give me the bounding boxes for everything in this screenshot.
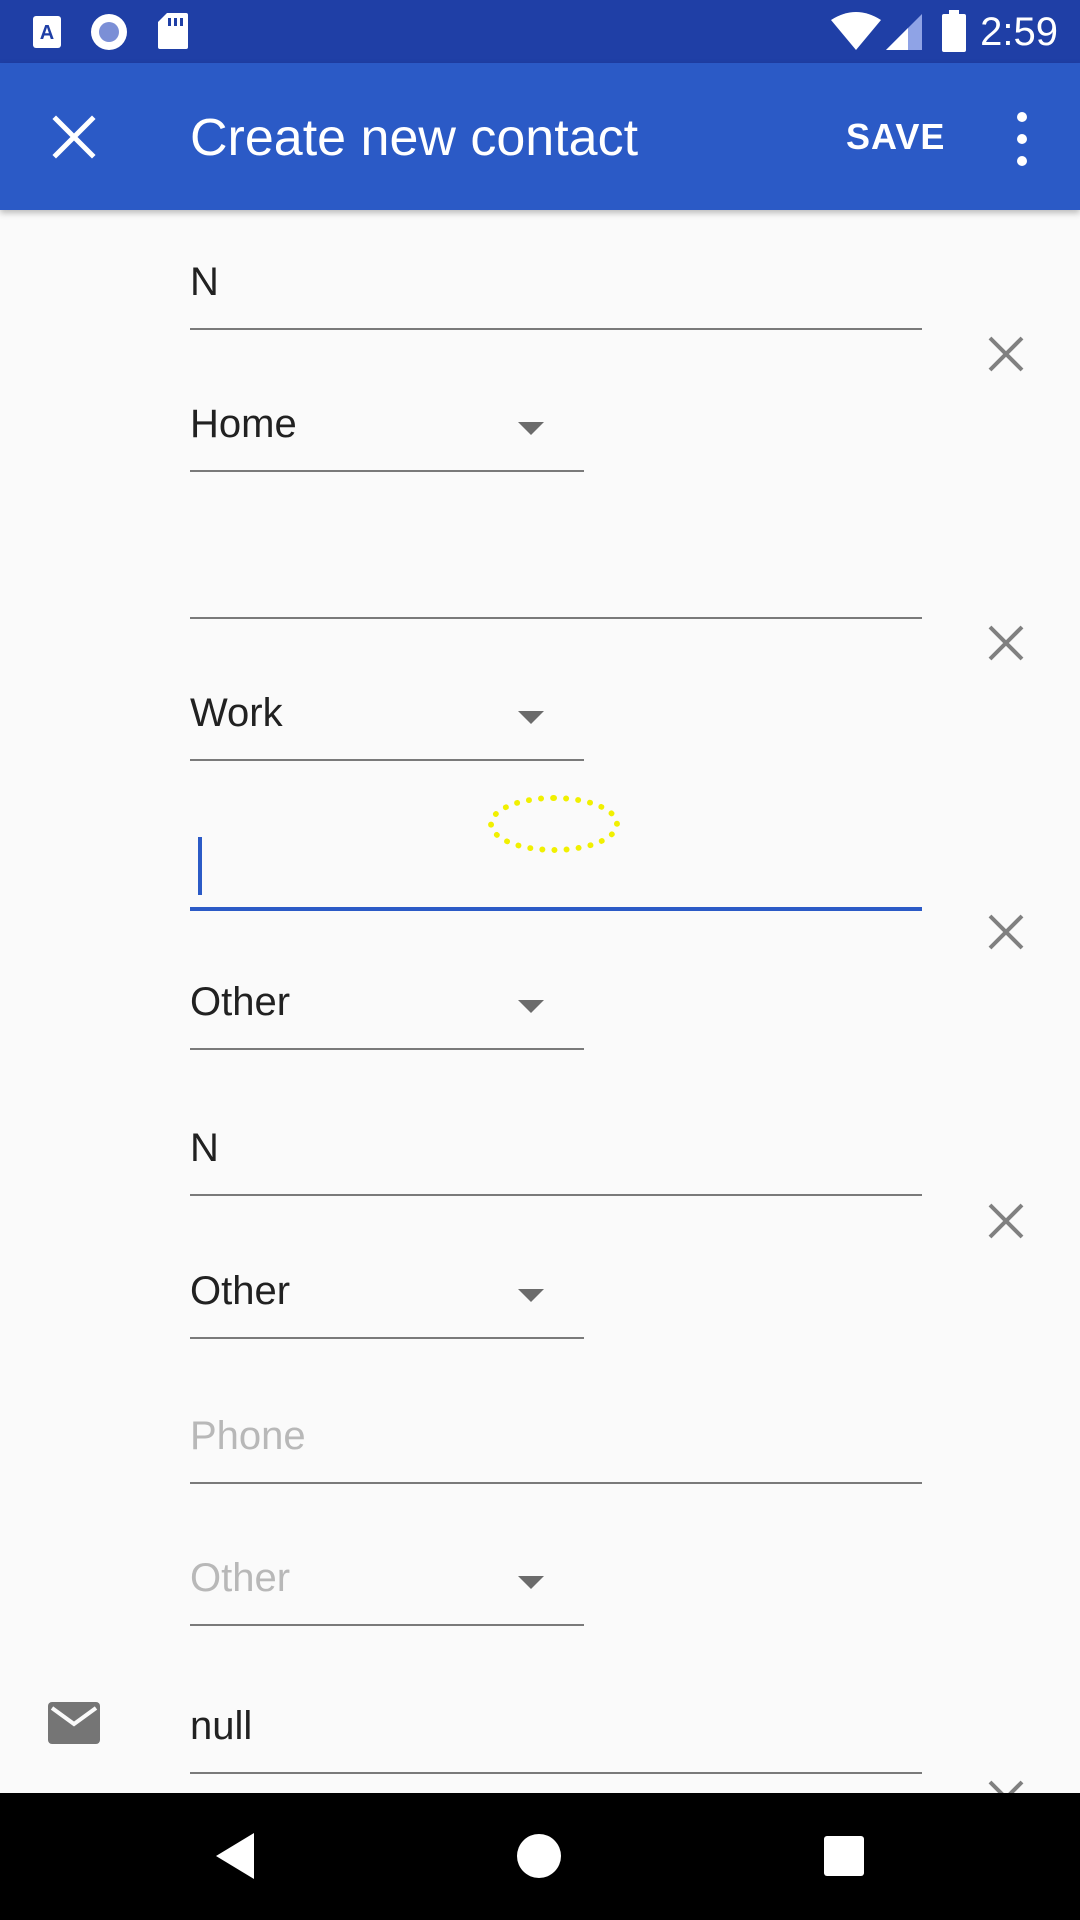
phone-type-value: Work xyxy=(190,691,283,735)
phone-type-value: Other xyxy=(190,1556,291,1600)
home-icon[interactable] xyxy=(506,1823,572,1889)
recents-icon[interactable] xyxy=(811,1823,877,1889)
phone-field[interactable]: Phone xyxy=(190,1398,922,1484)
sd-card-icon xyxy=(158,13,188,49)
status-bar: A 2:59 xyxy=(0,0,1080,63)
phone-type-dropdown[interactable]: Other xyxy=(190,1253,584,1339)
a11y-font-icon: A xyxy=(33,16,61,48)
phone-field[interactable]: N xyxy=(190,244,922,330)
back-icon[interactable] xyxy=(204,1823,270,1889)
phone-field[interactable]: N xyxy=(190,1110,922,1196)
dropdown-arrow-icon xyxy=(518,1576,544,1589)
remove-phone-icon[interactable] xyxy=(986,623,1026,663)
dropdown-arrow-icon xyxy=(518,1289,544,1302)
more-vert-icon[interactable] xyxy=(1002,107,1042,171)
text-cursor xyxy=(198,837,202,895)
dropdown-arrow-icon xyxy=(518,422,544,435)
remove-phone-icon[interactable] xyxy=(986,912,1026,952)
phone-type-value: Other xyxy=(190,1269,291,1313)
phone-placeholder: Phone xyxy=(190,1414,306,1458)
dropdown-arrow-icon xyxy=(518,711,544,724)
circle-record-icon xyxy=(91,14,127,50)
svg-text:A: A xyxy=(40,22,54,44)
page-title: Create new contact xyxy=(190,109,639,167)
battery-icon xyxy=(942,10,966,52)
nav-bar xyxy=(0,1793,1080,1920)
wifi-icon xyxy=(831,12,881,50)
app-bar: Create new contact SAVE xyxy=(0,63,1080,210)
phone-value: N xyxy=(190,1126,219,1170)
remove-phone-icon[interactable] xyxy=(986,334,1026,374)
remove-phone-icon[interactable] xyxy=(986,1201,1026,1241)
phone-type-value: Home xyxy=(190,402,297,446)
phone-value: N xyxy=(190,260,219,304)
signal-icon xyxy=(886,14,922,50)
email-icon xyxy=(48,1702,100,1744)
phone-type-dropdown[interactable]: Home xyxy=(190,386,584,472)
close-icon[interactable] xyxy=(40,103,108,171)
dropdown-arrow-icon xyxy=(518,1000,544,1013)
phone-type-dropdown[interactable]: Other xyxy=(190,964,584,1050)
status-time: 2:59 xyxy=(980,10,1058,54)
contact-form: N Home Work Other N Other Phone Other nu… xyxy=(0,210,1080,1793)
phone-field[interactable] xyxy=(190,533,922,619)
email-field[interactable]: null xyxy=(190,1688,922,1774)
email-value: null xyxy=(190,1704,253,1748)
phone-type-dropdown[interactable]: Other xyxy=(190,1540,584,1626)
phone-type-value: Other xyxy=(190,980,291,1024)
phone-type-dropdown[interactable]: Work xyxy=(190,675,584,761)
touch-indicator xyxy=(488,795,620,853)
remove-email-icon[interactable] xyxy=(986,1778,1026,1793)
save-button[interactable]: SAVE xyxy=(846,115,945,159)
